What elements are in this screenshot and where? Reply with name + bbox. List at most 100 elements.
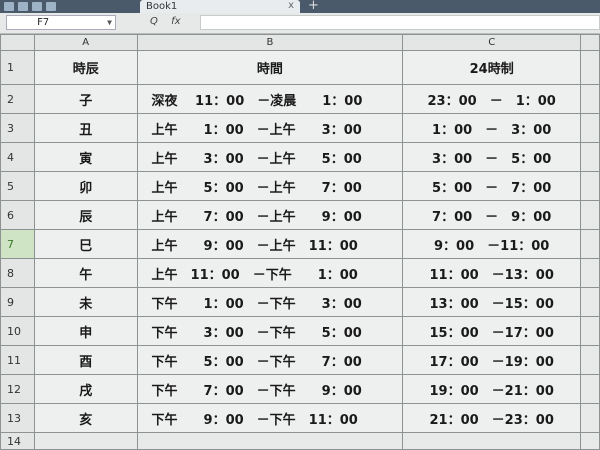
period-cell[interactable]: 卯 bbox=[33, 171, 138, 201]
column-header-a[interactable]: A bbox=[33, 34, 138, 51]
table-row: 10 申下午 3：00 －下午 5：00 15：00 －17：00 bbox=[0, 316, 600, 346]
period-cell[interactable]: 午 bbox=[33, 258, 138, 288]
search-icon[interactable]: Q bbox=[150, 16, 158, 27]
empty-cell[interactable] bbox=[580, 142, 600, 172]
undo-icon[interactable] bbox=[32, 2, 42, 11]
row-header[interactable]: 13 bbox=[0, 403, 35, 433]
period-cell[interactable]: 戌 bbox=[33, 374, 138, 404]
empty-cell[interactable] bbox=[580, 316, 600, 346]
time-24h-cell[interactable]: 3：00 － 5：00 bbox=[402, 142, 582, 172]
empty-cell[interactable] bbox=[580, 287, 600, 317]
empty-cell[interactable] bbox=[580, 84, 600, 114]
table-row: 3 丑上午 1：00 －上午 3：00 1：00 － 3：00 bbox=[0, 113, 600, 143]
time-24h-cell[interactable]: 23：00 － 1：00 bbox=[402, 84, 582, 114]
formula-input[interactable] bbox=[200, 15, 600, 30]
column-header-b[interactable]: B bbox=[136, 34, 404, 51]
row-header[interactable]: 12 bbox=[0, 374, 35, 404]
empty-cell[interactable] bbox=[580, 50, 600, 85]
name-box[interactable]: F7 ▼ bbox=[6, 15, 116, 30]
period-cell[interactable]: 亥 bbox=[33, 403, 138, 433]
period-cell[interactable]: 未 bbox=[33, 287, 138, 317]
time-24h-cell[interactable]: 1：00 － 3：00 bbox=[402, 113, 582, 143]
time-24h-cell[interactable]: 21：00 －23：00 bbox=[402, 403, 582, 433]
time-range-cell[interactable]: 下午 3：00 －下午 5：00 bbox=[136, 316, 404, 346]
empty-cell[interactable] bbox=[580, 258, 600, 288]
table-row: 12 戌下午 7：00 －下午 9：00 19：00 －21：00 bbox=[0, 374, 600, 404]
save-icon[interactable] bbox=[4, 2, 14, 11]
time-range-cell[interactable]: 深夜 11：00 －凌晨 1：00 bbox=[136, 84, 404, 114]
time-range-cell[interactable]: 下午 5：00 －下午 7：00 bbox=[136, 345, 404, 375]
formula-bar: F7 ▼ Q fx bbox=[0, 13, 600, 34]
time-24h-cell[interactable]: 11：00 －13：00 bbox=[402, 258, 582, 288]
empty-cell[interactable] bbox=[136, 432, 404, 450]
time-24h-cell[interactable]: 9：00 －11：00 bbox=[402, 229, 582, 259]
empty-cell[interactable] bbox=[402, 432, 582, 450]
empty-cell[interactable] bbox=[580, 171, 600, 201]
column-header-c[interactable]: C bbox=[402, 34, 582, 51]
time-range-cell[interactable]: 上午 1：00 －上午 3：00 bbox=[136, 113, 404, 143]
column-header-d[interactable] bbox=[580, 34, 600, 51]
table-row: 9 未下午 1：00 －下午 3：00 13：00 －15：00 bbox=[0, 287, 600, 317]
row-header[interactable]: 5 bbox=[0, 171, 35, 201]
print-icon[interactable] bbox=[18, 2, 28, 11]
empty-cell[interactable] bbox=[580, 432, 600, 450]
table-row: 14 bbox=[0, 432, 600, 450]
row-header[interactable]: 10 bbox=[0, 316, 35, 346]
time-range-cell[interactable]: 上午 11：00 －下午 1：00 bbox=[136, 258, 404, 288]
period-cell[interactable]: 子 bbox=[33, 84, 138, 114]
period-cell[interactable]: 寅 bbox=[33, 142, 138, 172]
time-24h-cell[interactable]: 17：00 －19：00 bbox=[402, 345, 582, 375]
redo-icon[interactable] bbox=[46, 2, 56, 11]
time-range-cell[interactable]: 上午 9：00 －上午 11：00 bbox=[136, 229, 404, 259]
period-cell[interactable]: 巳 bbox=[33, 229, 138, 259]
header-cell-24h[interactable]: 24時制 bbox=[402, 50, 582, 85]
close-tab-icon[interactable]: x bbox=[288, 0, 294, 11]
time-24h-cell[interactable]: 5：00 － 7：00 bbox=[402, 171, 582, 201]
row-header[interactable]: 11 bbox=[0, 345, 35, 375]
table-row: 13 亥下午 9：00 －下午 11：00 21：00 －23：00 bbox=[0, 403, 600, 433]
time-range-cell[interactable]: 上午 7：00 －上午 9：00 bbox=[136, 200, 404, 230]
empty-cell[interactable] bbox=[580, 113, 600, 143]
time-range-cell[interactable]: 下午 7：00 －下午 9：00 bbox=[136, 374, 404, 404]
time-24h-cell[interactable]: 19：00 －21：00 bbox=[402, 374, 582, 404]
title-bar bbox=[0, 0, 600, 13]
row-header[interactable]: 14 bbox=[0, 432, 35, 450]
header-cell-time[interactable]: 時間 bbox=[136, 50, 404, 85]
header-cell-period[interactable]: 時辰 bbox=[33, 50, 138, 85]
sheet-table: A B C 1 時辰 時間 24時制 2 子深夜 11：00 －凌晨 1：00 23… bbox=[0, 34, 600, 450]
row-header[interactable]: 9 bbox=[0, 287, 35, 317]
time-24h-cell[interactable]: 13：00 －15：00 bbox=[402, 287, 582, 317]
row-header[interactable]: 3 bbox=[0, 113, 35, 143]
table-row: 11 酉下午 5：00 －下午 7：00 17：00 －19：00 bbox=[0, 345, 600, 375]
chevron-down-icon[interactable]: ▼ bbox=[107, 16, 112, 29]
period-cell[interactable]: 丑 bbox=[33, 113, 138, 143]
empty-cell[interactable] bbox=[580, 200, 600, 230]
row-header[interactable]: 4 bbox=[0, 142, 35, 172]
empty-cell[interactable] bbox=[580, 345, 600, 375]
time-24h-cell[interactable]: 7：00 － 9：00 bbox=[402, 200, 582, 230]
empty-cell[interactable] bbox=[33, 432, 138, 450]
empty-cell[interactable] bbox=[580, 374, 600, 404]
period-cell[interactable]: 酉 bbox=[33, 345, 138, 375]
table-row: 6 辰上午 7：00 －上午 9：00 7：00 － 9：00 bbox=[0, 200, 600, 230]
row-header[interactable]: 1 bbox=[0, 50, 35, 85]
empty-cell[interactable] bbox=[580, 403, 600, 433]
empty-cell[interactable] bbox=[580, 229, 600, 259]
row-header[interactable]: 8 bbox=[0, 258, 35, 288]
time-range-cell[interactable]: 下午 1：00 －下午 3：00 bbox=[136, 287, 404, 317]
select-all-corner[interactable] bbox=[0, 34, 35, 51]
row-header[interactable]: 2 bbox=[0, 84, 35, 114]
table-row: 4 寅上午 3：00 －上午 5：00 3：00 － 5：00 bbox=[0, 142, 600, 172]
table-row: 8 午上午 11：00 －下午 1：00 11：00 －13：00 bbox=[0, 258, 600, 288]
period-cell[interactable]: 申 bbox=[33, 316, 138, 346]
row-header[interactable]: 7 bbox=[0, 229, 35, 259]
row-header[interactable]: 6 bbox=[0, 200, 35, 230]
new-tab-button[interactable]: + bbox=[308, 0, 319, 13]
function-icon[interactable]: fx bbox=[171, 16, 180, 27]
time-24h-cell[interactable]: 15：00 －17：00 bbox=[402, 316, 582, 346]
time-range-cell[interactable]: 上午 3：00 －上午 5：00 bbox=[136, 142, 404, 172]
time-range-cell[interactable]: 上午 5：00 －上午 7：00 bbox=[136, 171, 404, 201]
workbook-tab[interactable]: Book1 x bbox=[140, 0, 300, 13]
period-cell[interactable]: 辰 bbox=[33, 200, 138, 230]
time-range-cell[interactable]: 下午 9：00 －下午 11：00 bbox=[136, 403, 404, 433]
